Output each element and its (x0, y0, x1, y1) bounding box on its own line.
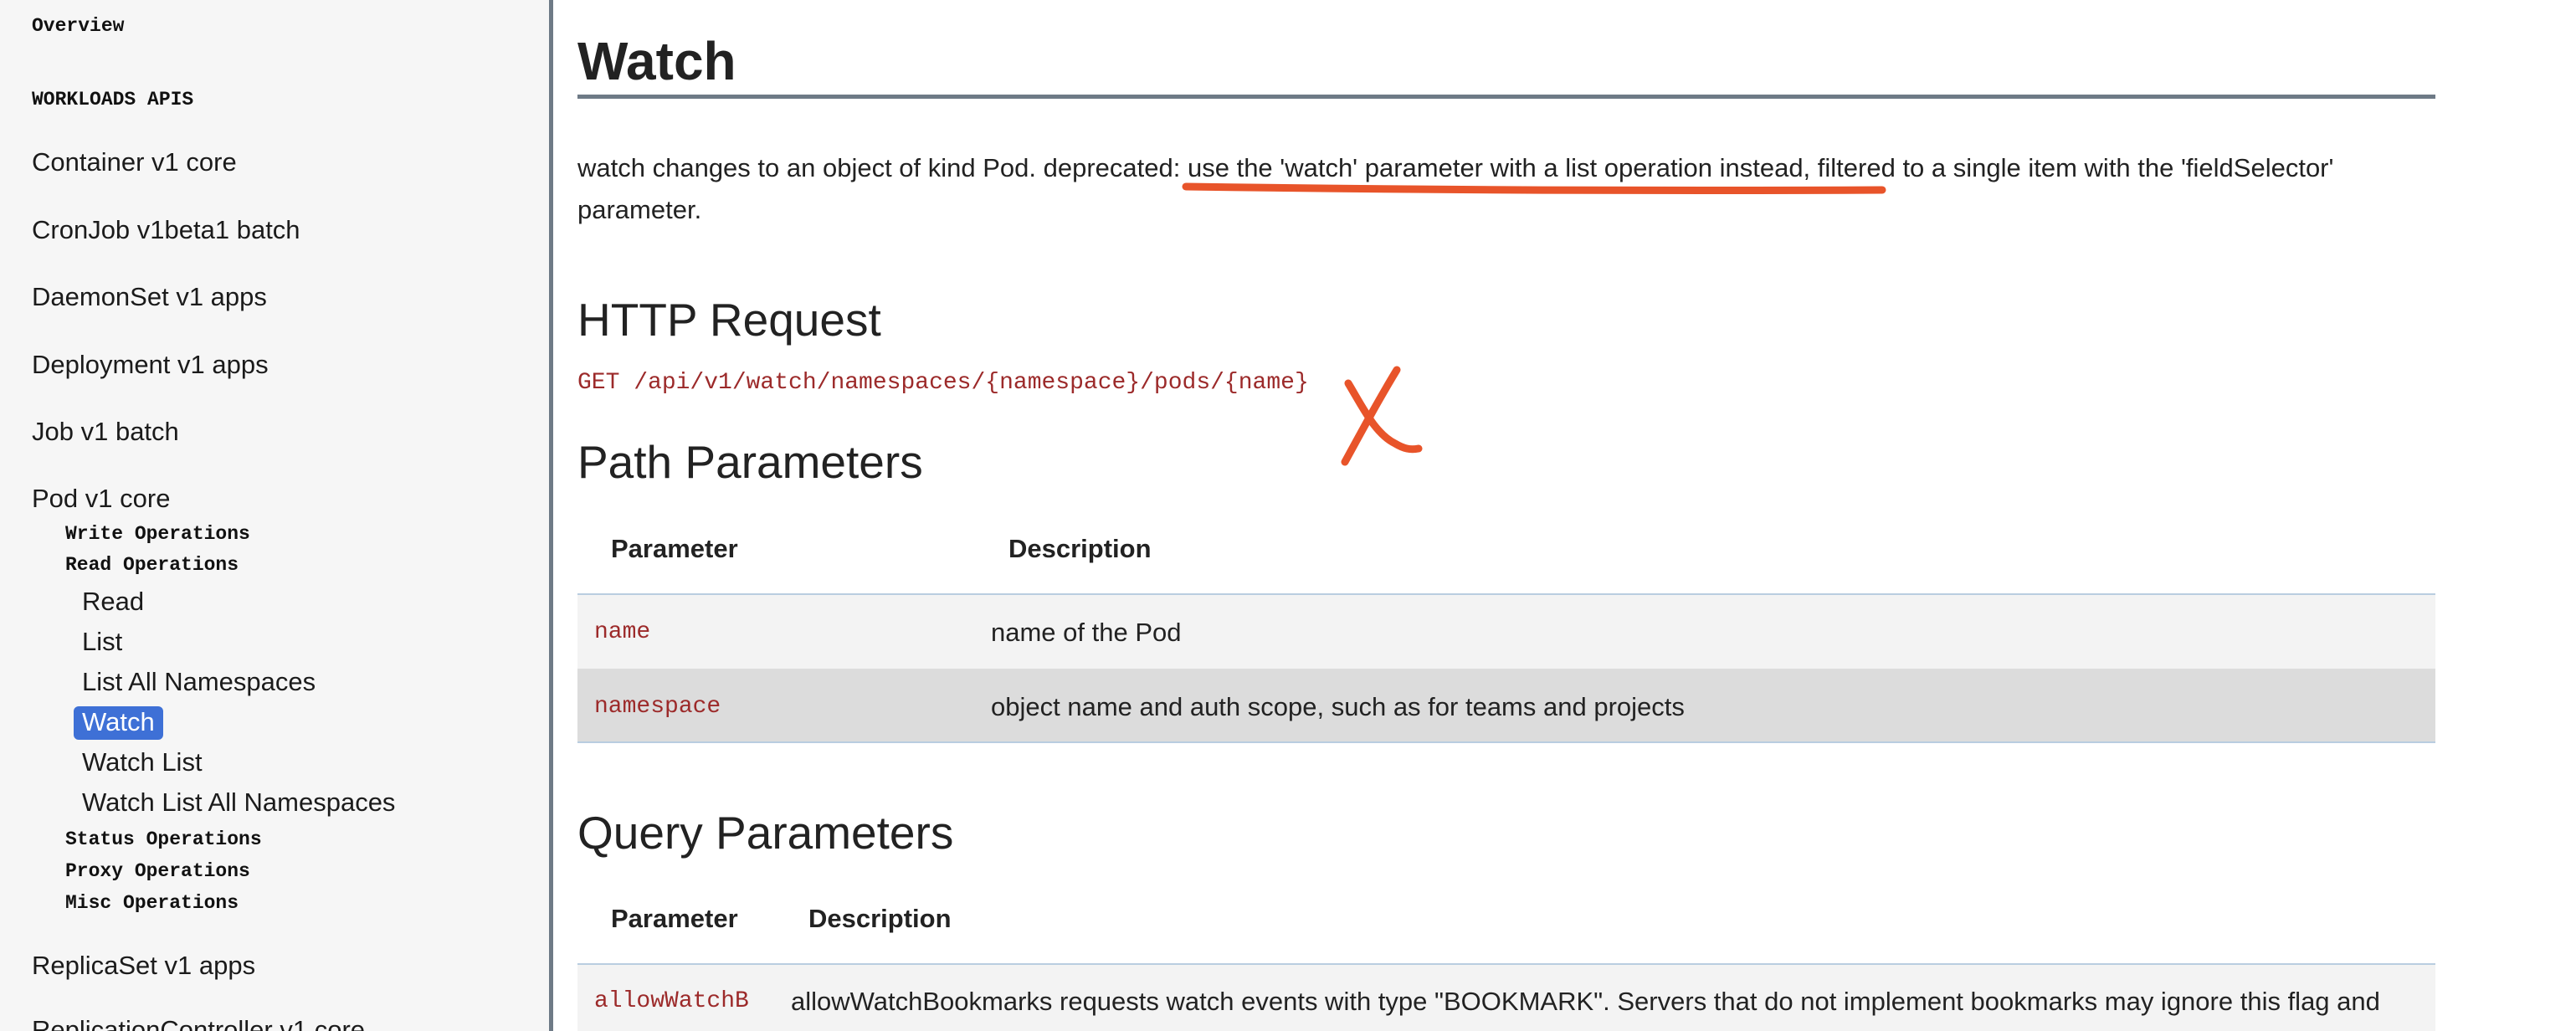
sidebar-subitem-watch-list-all-namespaces[interactable]: Watch List All Namespaces (82, 787, 395, 818)
sidebar-subitem-list-all-namespaces[interactable]: List All Namespaces (82, 667, 316, 697)
sidebar-group-status-operations[interactable]: Status Operations (65, 828, 262, 850)
description-line-2: parameter. (577, 195, 702, 224)
sidebar-item-deployment[interactable]: Deployment v1 apps (32, 350, 269, 380)
sidebar-section-title: WORKLOADS APIS (32, 89, 194, 110)
path-param-description: object name and auth scope, such as for … (991, 692, 1685, 721)
path-param-name: namespace (594, 694, 721, 720)
page-title: Watch (577, 31, 736, 91)
sidebar-item-container[interactable]: Container v1 core (32, 147, 237, 177)
query-param-name: allowWatchB (594, 988, 749, 1014)
sidebar-item-replicaset[interactable]: ReplicaSet v1 apps (32, 951, 255, 981)
query-param-description: allowWatchBookmarks requests watch event… (791, 987, 2380, 1016)
sidebar-group-write-operations[interactable]: Write Operations (65, 523, 250, 545)
path-params-header-description: Description (1008, 534, 1152, 563)
path-param-description: name of the Pod (991, 618, 1182, 647)
cross-mark-annotation (1341, 366, 1423, 466)
sidebar-overview-link[interactable]: Overview (32, 15, 124, 37)
http-request-endpoint: GET /api/v1/watch/namespaces/{namespace}… (577, 370, 1309, 396)
query-params-header-description: Description (808, 904, 952, 933)
sidebar-nav: Overview WORKLOADS APIS Container v1 cor… (0, 0, 553, 1031)
sidebar-item-cronjob[interactable]: CronJob v1beta1 batch (32, 215, 300, 245)
sidebar-group-read-operations[interactable]: Read Operations (65, 554, 239, 576)
sidebar-item-pod[interactable]: Pod v1 core (32, 484, 170, 514)
sidebar-group-proxy-operations[interactable]: Proxy Operations (65, 860, 250, 882)
table-row (577, 595, 2435, 669)
sidebar-subitem-read[interactable]: Read (82, 587, 144, 617)
highlight-underline-annotation (1182, 182, 1886, 194)
title-rule (577, 95, 2435, 99)
path-params-header-parameter: Parameter (611, 534, 738, 563)
path-parameters-heading: Path Parameters (577, 436, 923, 488)
sidebar-item-job[interactable]: Job v1 batch (32, 417, 179, 447)
sidebar-subitem-watch-list[interactable]: Watch List (82, 747, 203, 777)
main-content: Watch watch changes to an object of kind… (553, 0, 2576, 1031)
sidebar-subitem-list[interactable]: List (82, 627, 122, 657)
path-params-bottom-divider (577, 741, 2435, 743)
sidebar-subitem-watch-active[interactable]: Watch (74, 706, 163, 740)
sidebar-item-replicationcontroller[interactable]: ReplicationController v1 core (32, 1015, 365, 1031)
query-params-header-parameter: Parameter (611, 904, 738, 933)
sidebar-group-misc-operations[interactable]: Misc Operations (65, 892, 239, 914)
path-param-name: name (594, 619, 651, 645)
query-parameters-heading: Query Parameters (577, 807, 954, 859)
sidebar-item-daemonset[interactable]: DaemonSet v1 apps (32, 282, 267, 312)
description-text-before: watch changes to an object of kind Pod. … (577, 153, 1188, 182)
http-request-heading: HTTP Request (577, 294, 881, 346)
